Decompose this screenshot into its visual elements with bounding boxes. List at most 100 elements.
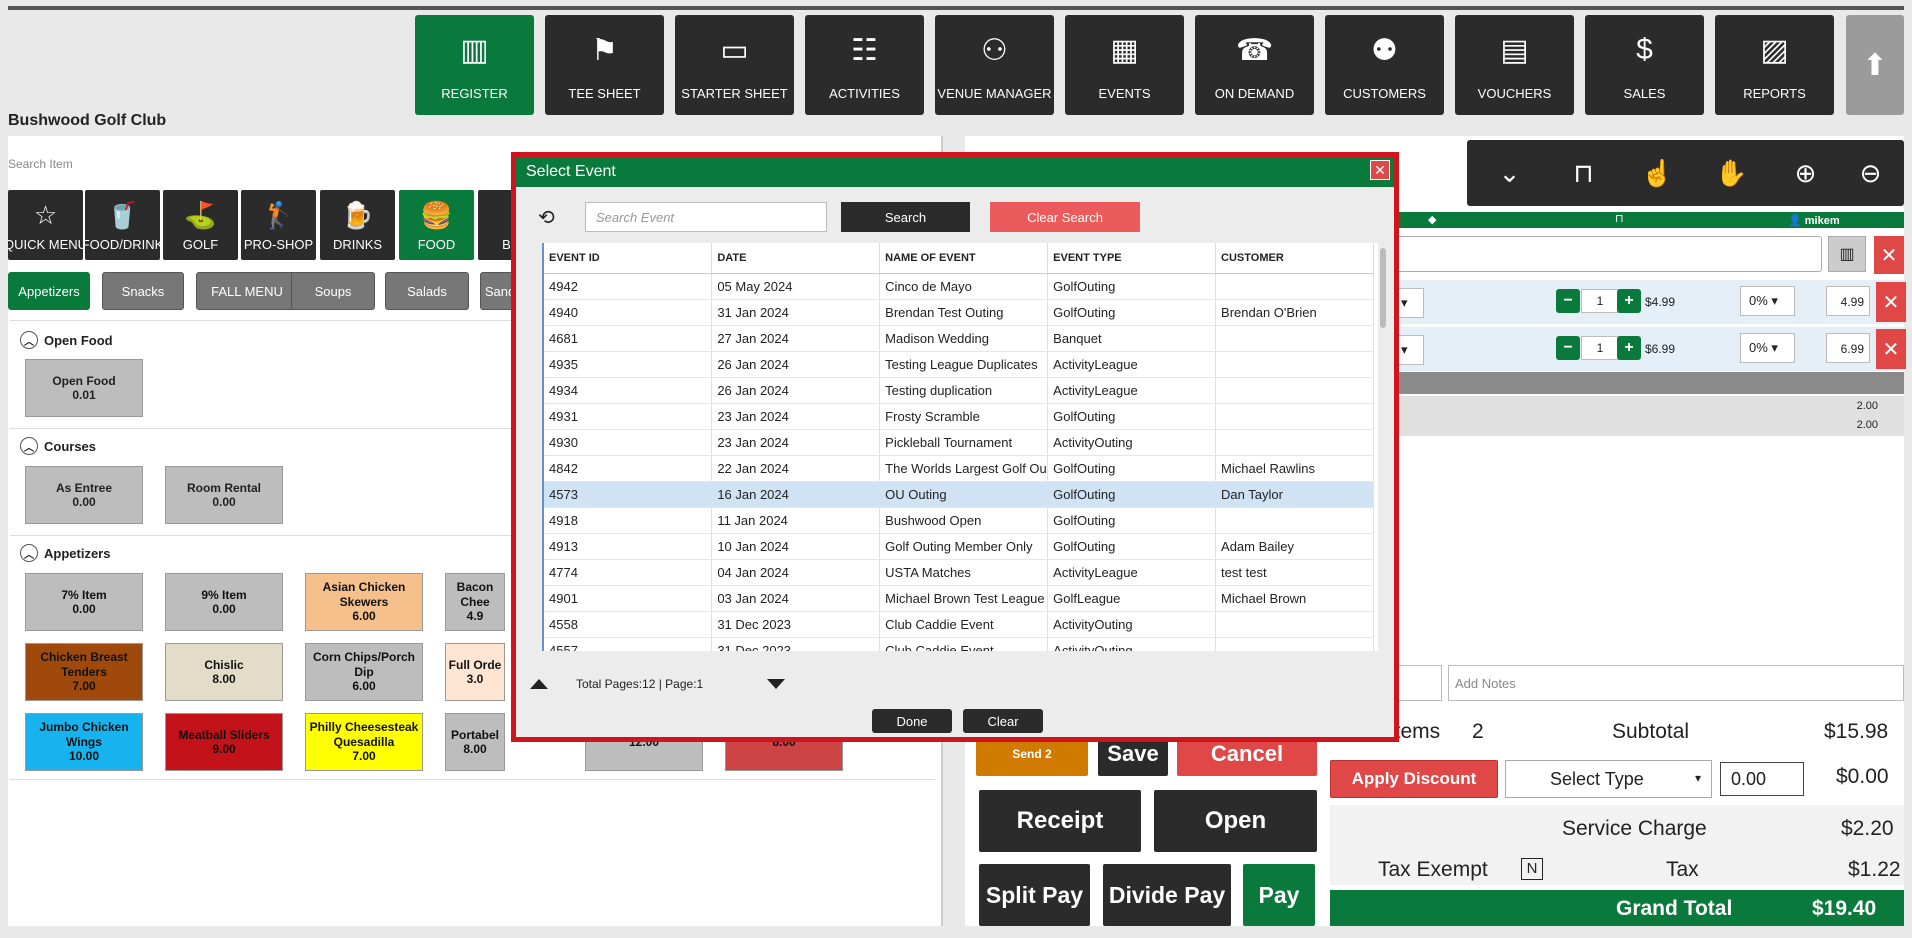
table-row[interactable]: 4901 03 Jan 2024 Michael Brown Test League…: [544, 585, 1374, 612]
discount-amount-input[interactable]: 0.00: [1720, 762, 1804, 796]
category-food[interactable]: 🍔 FOOD: [399, 190, 474, 260]
prev-page-icon[interactable]: [530, 679, 548, 689]
nav-reports[interactable]: ▨ REPORTS: [1715, 15, 1834, 115]
menu-item[interactable]: Bacon Chee 4.9: [445, 573, 505, 631]
discount-select[interactable]: 0% ▾: [1740, 286, 1795, 316]
nav-venue-manager[interactable]: ⚇ VENUE MANAGER: [935, 15, 1054, 115]
clear-button[interactable]: Clear: [963, 709, 1043, 733]
table-row[interactable]: 4931 23 Jan 2024 Frosty Scramble GolfOuting: [544, 403, 1374, 430]
nav-register[interactable]: ▥ REGISTER: [415, 15, 534, 115]
menu-item[interactable]: Open Food 0.01: [25, 359, 143, 417]
category-food-drink[interactable]: 🥤 FOOD/DRINK: [85, 190, 160, 260]
qty-field[interactable]: 1: [1581, 289, 1619, 313]
table-row[interactable]: 4573 16 Jan 2024 OU Outing GolfOuting Dan Ta…: [544, 481, 1374, 508]
nav-sales[interactable]: $ SALES: [1585, 15, 1704, 115]
nav-vouchers[interactable]: ▤ VOUCHERS: [1455, 15, 1574, 115]
receipt-button[interactable]: Receipt: [979, 790, 1141, 852]
refresh-icon[interactable]: ⟲: [538, 205, 555, 230]
category-quick-menu[interactable]: ☆ QUICK MENU: [8, 190, 83, 260]
clear-scan-button[interactable]: ✕: [1874, 236, 1904, 274]
discount-type-select[interactable]: Select Type ▾: [1505, 760, 1712, 798]
menu-item[interactable]: Chislic 8.00: [165, 643, 283, 701]
remove-line-button[interactable]: ✕: [1876, 282, 1906, 322]
handoff-button[interactable]: ✋: [1689, 140, 1774, 206]
section-open-food[interactable]: ︿ Open Food: [20, 331, 113, 349]
increase-qty-button[interactable]: +: [1617, 336, 1641, 360]
column-header[interactable]: NAME OF EVENT: [879, 243, 1049, 274]
menu-item[interactable]: Asian Chicken Skewers 6.00: [305, 573, 423, 631]
pay-button[interactable]: Pay: [1243, 864, 1315, 926]
subtab-appetizers[interactable]: Appetizers: [8, 272, 90, 310]
nav-on-demand[interactable]: ☎ ON DEMAND: [1195, 15, 1314, 115]
table-row[interactable]: 4935 26 Jan 2024 Testing League Duplicates…: [544, 351, 1374, 378]
divide-pay-button[interactable]: Divide Pay: [1103, 864, 1231, 926]
menu-item[interactable]: Room Rental 0.00: [165, 466, 283, 524]
scroll-thumb[interactable]: [1380, 248, 1386, 328]
section-courses[interactable]: ︿ Courses: [20, 437, 96, 455]
table-row[interactable]: 4930 23 Jan 2024 Pickleball Tournament Acti…: [544, 429, 1374, 456]
menu-item[interactable]: Philly Cheesesteak Quesadilla 7.00: [305, 713, 423, 771]
table-row[interactable]: 4842 22 Jan 2024 The Worlds Largest Golf O…: [544, 455, 1374, 482]
subtab-fall-menu[interactable]: FALL MENU: [196, 272, 298, 310]
decrease-qty-button[interactable]: −: [1556, 289, 1580, 313]
line-value[interactable]: 6.99: [1826, 333, 1870, 363]
table-row[interactable]: 4681 27 Jan 2024 Madison Wedding Banquet: [544, 325, 1374, 352]
discount-select[interactable]: 0% ▾: [1740, 333, 1795, 363]
apply-discount-button[interactable]: Apply Discount: [1330, 760, 1498, 798]
nav-tee-sheet[interactable]: ⚑ TEE SHEET: [545, 15, 664, 115]
done-button[interactable]: Done: [872, 709, 952, 733]
touch-button[interactable]: ☝: [1615, 140, 1700, 206]
menu-item[interactable]: Chicken Breast Tenders 7.00: [25, 643, 143, 701]
notes-input[interactable]: Add Notes: [1448, 665, 1904, 701]
menu-item[interactable]: Corn Chips/Porch Dip 6.00: [305, 643, 423, 701]
menu-item[interactable]: Full Orde 3.0: [445, 643, 505, 701]
open-button[interactable]: Open: [1154, 790, 1317, 852]
column-header[interactable]: DATE: [711, 243, 881, 274]
dropdown-button[interactable]: ⌄: [1467, 140, 1552, 206]
table-row[interactable]: 4558 31 Dec 2023 Club Caddie Event Activity…: [544, 611, 1374, 638]
add-button[interactable]: ⊕: [1763, 140, 1848, 206]
table-row[interactable]: 4774 04 Jan 2024 USTA Matches ActivityLeagu…: [544, 559, 1374, 586]
menu-item[interactable]: 9% Item 0.00: [165, 573, 283, 631]
section-appetizers[interactable]: ︿ Appetizers: [20, 544, 110, 562]
remove-button[interactable]: ⊖: [1837, 140, 1904, 206]
table-button[interactable]: ⊓: [1541, 140, 1626, 206]
menu-item[interactable]: Jumbo Chicken Wings 10.00: [25, 713, 143, 771]
menu-item[interactable]: Portabel 8.00: [445, 713, 505, 771]
category-pro-shop[interactable]: 🏌 PRO-SHOP: [241, 190, 316, 260]
subtab-snacks[interactable]: Snacks: [102, 272, 184, 310]
category-golf[interactable]: ⛳ GOLF: [163, 190, 238, 260]
search-event-input[interactable]: Search Event: [585, 202, 827, 232]
clear-search-button[interactable]: Clear Search: [990, 202, 1140, 232]
barcode-icon[interactable]: ▥: [1828, 236, 1866, 272]
next-page-icon[interactable]: [767, 679, 786, 689]
table-scrollbar[interactable]: [1380, 243, 1388, 651]
nav-starter-sheet[interactable]: ▭ STARTER SHEET: [675, 15, 794, 115]
decrease-qty-button[interactable]: −: [1556, 336, 1580, 360]
table-row[interactable]: 4942 05 May 2024 Cinco de Mayo GolfOuting: [544, 273, 1374, 300]
table-row[interactable]: 4918 11 Jan 2024 Bushwood Open GolfOuting: [544, 507, 1374, 534]
menu-item[interactable]: As Entree 0.00: [25, 466, 143, 524]
line-value[interactable]: 4.99: [1826, 286, 1870, 316]
notes-left-field[interactable]: [1392, 665, 1442, 701]
column-header[interactable]: EVENT ID: [544, 243, 713, 274]
table-row[interactable]: 4913 10 Jan 2024 Golf Outing Member Only Go…: [544, 533, 1374, 560]
column-header[interactable]: EVENT TYPE: [1047, 243, 1217, 274]
table-row[interactable]: 4557 31 Dec 2023 Club Caddie Event Activity…: [544, 637, 1374, 651]
menu-item[interactable]: 7% Item 0.00: [25, 573, 143, 631]
subtab-soups[interactable]: Soups: [291, 272, 375, 310]
increase-qty-button[interactable]: +: [1617, 289, 1641, 313]
table-row[interactable]: 4934 26 Jan 2024 Testing duplication Activi…: [544, 377, 1374, 404]
tax-exempt-toggle[interactable]: N: [1521, 858, 1543, 880]
scroll-up-button[interactable]: ⬆: [1846, 15, 1904, 115]
nav-activities[interactable]: ☷ ACTIVITIES: [805, 15, 924, 115]
close-button[interactable]: ✕: [1370, 160, 1390, 180]
nav-events[interactable]: ▦ EVENTS: [1065, 15, 1184, 115]
remove-line-button[interactable]: ✕: [1876, 329, 1906, 369]
column-header[interactable]: CUSTOMER: [1215, 243, 1374, 274]
scan-input[interactable]: [1392, 236, 1822, 272]
menu-item[interactable]: Meatball Sliders 9.00: [165, 713, 283, 771]
subtab-salads[interactable]: Salads: [385, 272, 469, 310]
nav-customers[interactable]: ⚉ CUSTOMERS: [1325, 15, 1444, 115]
qty-field[interactable]: 1: [1581, 336, 1619, 360]
